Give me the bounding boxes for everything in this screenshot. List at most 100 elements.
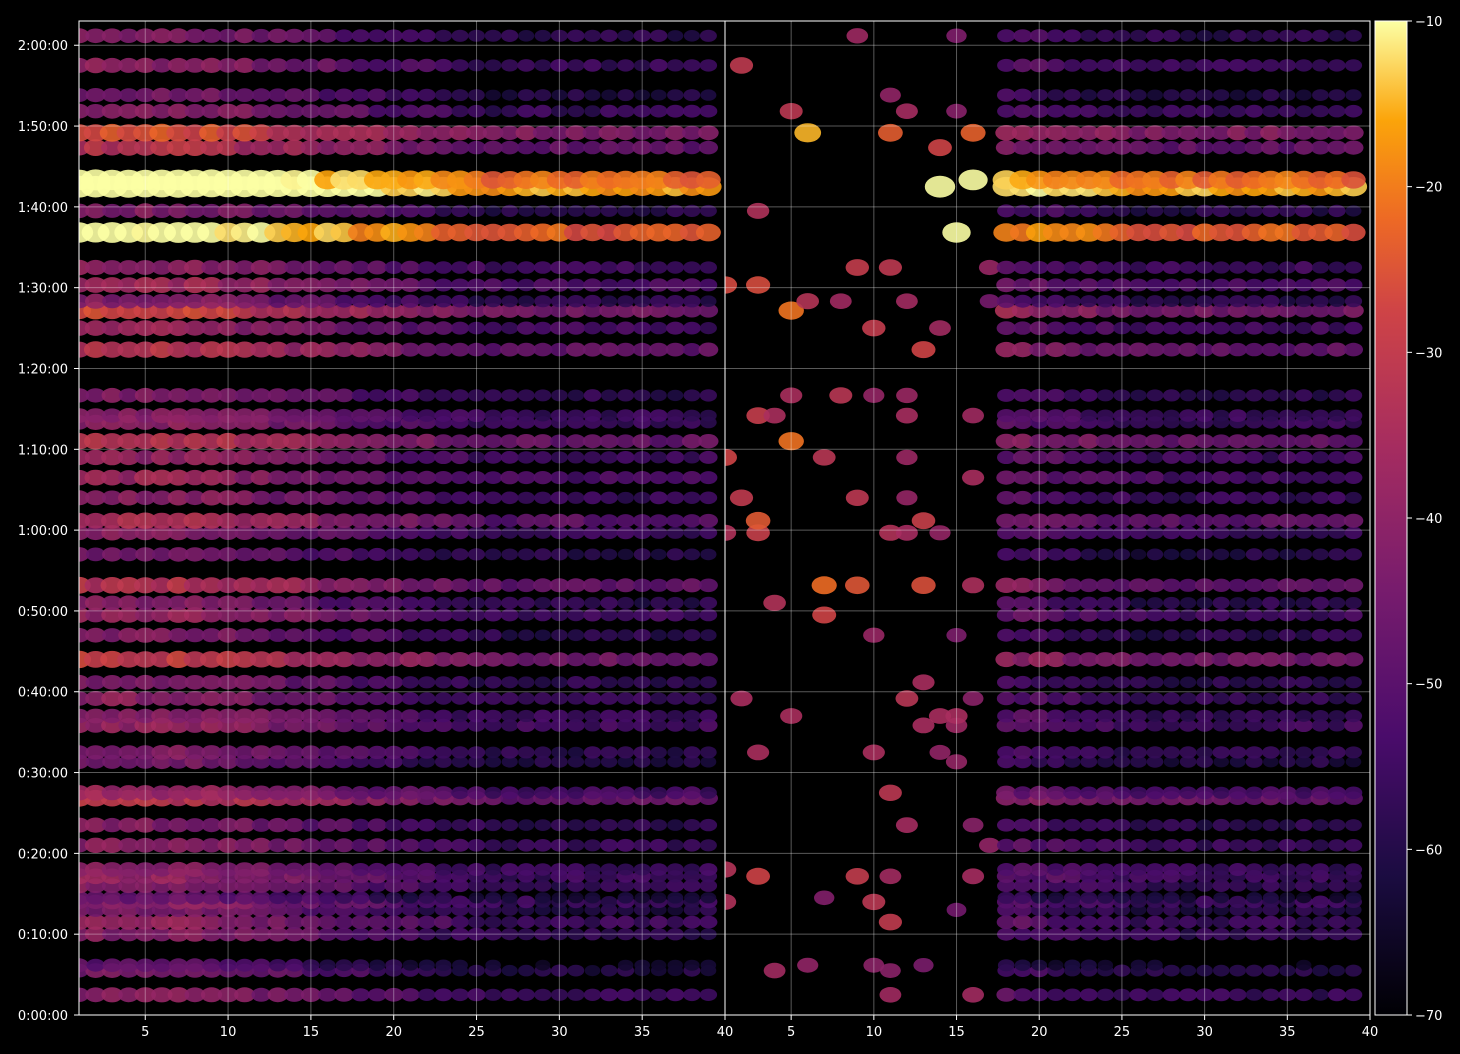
heatmap-cell bbox=[996, 608, 1016, 622]
heatmap-cell bbox=[1063, 89, 1081, 102]
heatmap-cell bbox=[698, 342, 719, 357]
heatmap-cell bbox=[1130, 692, 1147, 705]
heatmap-cell bbox=[351, 204, 371, 218]
heatmap-cell bbox=[1096, 295, 1115, 308]
heatmap-cell bbox=[600, 915, 619, 929]
heatmap-cell bbox=[699, 818, 718, 832]
heatmap-cell bbox=[1062, 578, 1082, 593]
heatmap-cell bbox=[1013, 29, 1032, 43]
heatmap-cell bbox=[418, 676, 436, 689]
heatmap-cell bbox=[1079, 450, 1098, 464]
heatmap-cell bbox=[1344, 839, 1363, 852]
heatmap-cell bbox=[517, 746, 535, 759]
y-tick-label: 1:40:00 bbox=[18, 201, 68, 216]
heatmap-cell bbox=[1344, 709, 1363, 723]
heatmap-cell bbox=[268, 547, 288, 562]
heatmap-cell bbox=[895, 690, 919, 707]
heatmap-cell bbox=[1046, 278, 1066, 292]
heatmap-cell bbox=[367, 596, 387, 610]
heatmap-cell bbox=[895, 407, 918, 424]
heatmap-cell bbox=[615, 578, 636, 593]
heatmap-cell bbox=[649, 104, 668, 118]
heatmap-cell bbox=[1096, 838, 1115, 852]
heatmap-cell bbox=[997, 88, 1016, 102]
heatmap-cell bbox=[185, 891, 205, 905]
colorbar-ticks: −10 −20 −30 −40 −50 −60 −70 bbox=[1407, 15, 1442, 1024]
heatmap-cell bbox=[1079, 321, 1098, 335]
heatmap-cell bbox=[617, 389, 635, 402]
heatmap-cell bbox=[699, 389, 718, 402]
heatmap-cell bbox=[351, 786, 371, 800]
heatmap-cell bbox=[1080, 491, 1098, 504]
heatmap-cell bbox=[650, 526, 668, 539]
heatmap-cell bbox=[1063, 915, 1082, 929]
heatmap-cell bbox=[1063, 321, 1082, 335]
heatmap-cell bbox=[369, 959, 386, 971]
heatmap-cell bbox=[683, 988, 701, 1002]
heatmap-cell bbox=[268, 294, 288, 308]
heatmap-cell bbox=[1229, 295, 1247, 308]
heatmap-cell bbox=[367, 608, 387, 622]
heatmap-cell bbox=[583, 746, 602, 759]
heatmap-cell bbox=[746, 202, 770, 219]
heatmap-cell bbox=[350, 470, 371, 485]
heatmap-cell bbox=[1328, 676, 1346, 689]
heatmap-cell bbox=[1013, 988, 1032, 1002]
heatmap-cell bbox=[911, 512, 936, 530]
heatmap-cell bbox=[600, 451, 618, 464]
heatmap-cell bbox=[517, 863, 536, 876]
heatmap-cell bbox=[1096, 261, 1115, 274]
heatmap-cell bbox=[997, 891, 1015, 904]
heatmap-cell bbox=[1129, 59, 1148, 72]
heatmap-cell bbox=[1211, 140, 1231, 155]
heatmap-cell bbox=[600, 514, 619, 528]
heatmap-cell bbox=[451, 988, 469, 1002]
heatmap-cell bbox=[418, 692, 436, 705]
heatmap-cell bbox=[534, 526, 552, 539]
heatmap-cell bbox=[1013, 709, 1033, 723]
heatmap-cell bbox=[1129, 278, 1148, 292]
heatmap-cell bbox=[351, 29, 370, 43]
heatmap-cell bbox=[567, 59, 585, 72]
heatmap-cell bbox=[418, 746, 436, 759]
heatmap-cell bbox=[501, 105, 519, 118]
heatmap-cell bbox=[334, 450, 354, 465]
heatmap-cell bbox=[649, 434, 668, 448]
heatmap-cell bbox=[1063, 891, 1081, 904]
heatmap-cell bbox=[829, 293, 852, 310]
heatmap-cell bbox=[665, 342, 685, 357]
heatmap-cell bbox=[1245, 278, 1264, 292]
heatmap-cell bbox=[583, 471, 602, 484]
heatmap-cell bbox=[1328, 597, 1346, 609]
heatmap-cell bbox=[1046, 863, 1065, 876]
heatmap-cell bbox=[534, 786, 552, 800]
heatmap-cell bbox=[433, 915, 453, 929]
heatmap-cell bbox=[1162, 863, 1181, 876]
heatmap-cell bbox=[334, 204, 354, 218]
heatmap-cell bbox=[268, 862, 288, 877]
heatmap-cell bbox=[401, 526, 420, 540]
heatmap-cell bbox=[1312, 839, 1329, 852]
heatmap-cell bbox=[600, 596, 618, 610]
x-tick-label: 20 bbox=[385, 1025, 402, 1040]
heatmap-cell bbox=[401, 409, 420, 422]
heatmap-cell bbox=[683, 451, 701, 464]
heatmap-cell bbox=[1129, 676, 1148, 689]
heatmap-cell bbox=[1213, 892, 1230, 904]
heatmap-cell bbox=[484, 839, 502, 852]
heatmap-cell bbox=[1326, 342, 1347, 357]
heatmap-cell bbox=[401, 321, 420, 335]
heatmap-cell bbox=[1211, 578, 1231, 592]
heatmap-cell bbox=[683, 30, 701, 42]
heatmap-cell bbox=[1063, 548, 1082, 561]
heatmap-cell bbox=[334, 675, 354, 689]
heatmap-cell bbox=[1229, 895, 1247, 909]
heatmap-cell bbox=[485, 892, 502, 904]
heatmap-cell bbox=[700, 676, 717, 689]
heatmap-cell bbox=[1245, 261, 1263, 274]
heatmap-cell bbox=[846, 28, 869, 44]
heatmap-cell bbox=[583, 451, 602, 464]
heatmap-cell bbox=[1062, 470, 1082, 485]
heatmap-cell bbox=[450, 321, 470, 335]
heatmap-cell bbox=[1046, 294, 1065, 308]
